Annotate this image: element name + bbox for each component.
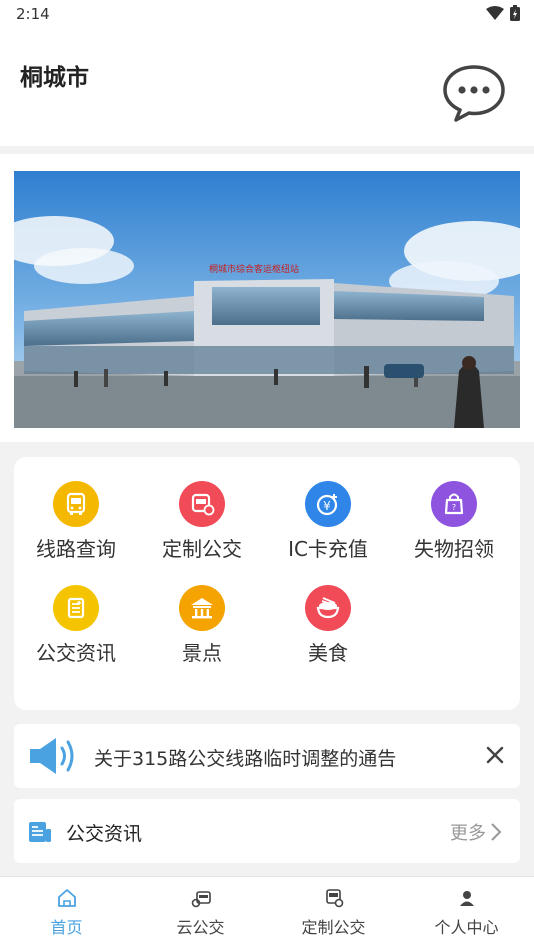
home-icon	[57, 889, 76, 907]
news-section-header: 公交资讯 更多	[14, 799, 520, 863]
more-label: 更多	[450, 823, 486, 844]
chevron-right-icon	[491, 823, 502, 841]
tab-label: 个人中心	[434, 918, 499, 937]
menu-item-ic-recharge[interactable]: ¥ IC卡充值	[266, 481, 386, 573]
menu-item-scenic[interactable]: 景点	[140, 585, 260, 677]
menu-label: 美食	[308, 641, 348, 665]
news-title: 公交资讯	[66, 823, 143, 845]
status-icons	[486, 5, 520, 21]
bus-route-icon	[53, 481, 99, 527]
close-button[interactable]	[482, 742, 508, 768]
status-time: 2:14	[16, 5, 50, 23]
menu-item-bus-news[interactable]: 公交资讯	[14, 585, 134, 677]
menu-label: 公交资讯	[36, 641, 116, 665]
yuan-recharge-icon: ¥	[305, 481, 351, 527]
custom-bus-icon	[179, 481, 225, 527]
tab-label: 首页	[50, 918, 83, 937]
scenic-building-icon	[179, 585, 225, 631]
menu-item-food[interactable]: 美食	[266, 585, 386, 677]
city-title[interactable]: 桐城市	[20, 58, 89, 92]
menu-item-lost-found[interactable]: ? 失物招领	[392, 481, 512, 573]
close-icon	[486, 746, 504, 764]
menu-label: 失物招领	[414, 537, 494, 561]
station-illustration: 桐城市综合客运枢纽站	[14, 171, 520, 428]
more-link[interactable]: 更多	[450, 819, 502, 845]
cloud-bus-icon	[191, 891, 211, 908]
notice-bar[interactable]: 关于315路公交线路临时调整的通告	[14, 724, 520, 788]
battery-icon	[510, 5, 520, 21]
menu-label: 景点	[182, 641, 222, 665]
banner-sign: 桐城市综合客运枢纽站	[209, 263, 299, 275]
svg-text:¥: ¥	[323, 499, 331, 513]
custom-bus-icon	[325, 889, 343, 908]
tab-profile[interactable]: 个人中心	[400, 887, 533, 947]
food-bowl-icon	[305, 585, 351, 631]
speaker-icon	[30, 738, 74, 774]
tab-custom-bus[interactable]: 定制公交	[267, 887, 400, 947]
newspaper-icon	[29, 822, 51, 842]
header: 桐城市	[0, 28, 534, 146]
banner-image[interactable]: 桐城市综合客运枢纽站	[14, 171, 520, 428]
status-bar: 2:14	[0, 0, 534, 28]
bottom-tab-bar: 首页 云公交 定制公交 个人中心	[0, 876, 534, 950]
menu-label: IC卡充值	[288, 537, 368, 561]
notice-text[interactable]: 关于315路公交线路临时调整的通告	[94, 744, 396, 771]
menu-label: 线路查询	[36, 537, 116, 561]
menu-item-route-query[interactable]: 线路查询	[14, 481, 134, 573]
tab-label: 定制公交	[301, 918, 366, 937]
menu-item-custom-bus[interactable]: 定制公交	[140, 481, 260, 573]
chat-bubble-icon	[443, 65, 505, 122]
svg-text:?: ?	[452, 503, 456, 512]
menu-label: 定制公交	[162, 537, 242, 561]
tab-home[interactable]: 首页	[0, 887, 133, 947]
quick-menu: 线路查询 定制公交 ¥ IC卡充值 ? 失物招领 公交资讯 景点 美食	[14, 457, 520, 710]
tab-cloud-bus[interactable]: 云公交	[134, 887, 267, 947]
message-button[interactable]	[440, 62, 508, 124]
lost-bag-icon: ?	[431, 481, 477, 527]
news-doc-icon	[53, 585, 99, 631]
person-icon	[459, 891, 474, 906]
banner-section: 桐城市综合客运枢纽站	[0, 154, 534, 442]
tab-label: 云公交	[176, 918, 225, 937]
wifi-icon	[486, 6, 504, 20]
